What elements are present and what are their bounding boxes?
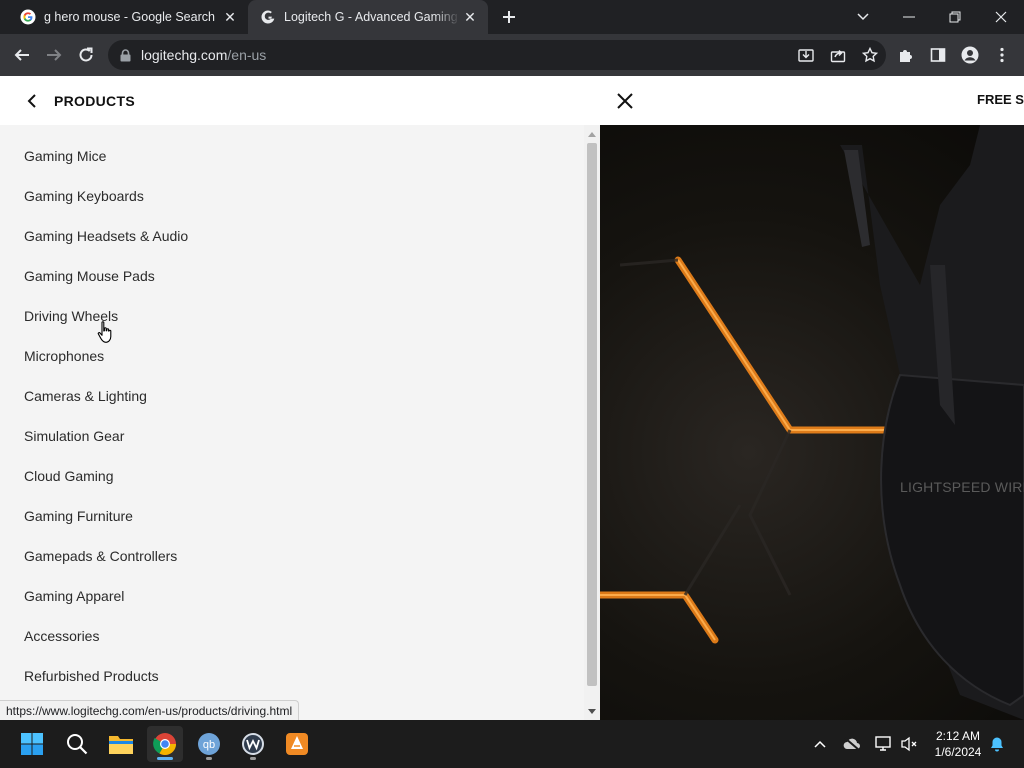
windows-start-icon[interactable] <box>14 726 50 762</box>
web-page: LIGHTSPEED WIRE FREE SH PRODUCTS Gaming … <box>0 76 1024 720</box>
back-arrow-icon[interactable] <box>10 43 34 67</box>
scroll-up-arrow-icon[interactable] <box>588 132 596 137</box>
google-g-icon <box>20 9 36 25</box>
qbittorrent-icon[interactable]: qb <box>191 726 227 762</box>
system-clock[interactable]: 2:12 AM 1/6/2024 <box>928 728 988 760</box>
free-shipping-banner[interactable]: FREE SH <box>977 92 1024 107</box>
running-app-indicator <box>206 757 212 760</box>
back-chevron-icon[interactable] <box>24 93 40 109</box>
close-tab-icon[interactable]: ✕ <box>220 7 240 27</box>
panel-scrollbar[interactable] <box>584 125 600 720</box>
forward-arrow-icon[interactable] <box>42 43 66 67</box>
share-icon[interactable] <box>822 47 854 63</box>
address-bar[interactable]: logitechg.com/en-us <box>108 40 886 70</box>
tab-search-chevron-icon[interactable] <box>840 0 886 34</box>
reload-icon[interactable] <box>74 43 98 67</box>
profile-avatar-icon[interactable] <box>958 43 982 67</box>
omnibox-actions <box>790 40 886 70</box>
browser-toolbar: logitechg.com/en-us <box>0 34 1024 76</box>
category-list: Gaming Mice Gaming Keyboards Gaming Headse… <box>0 136 584 696</box>
tab-google-search[interactable]: g hero mouse - Google Search ✕ <box>8 0 248 34</box>
svg-text:qb: qb <box>203 739 215 751</box>
new-tab-icon[interactable] <box>498 6 520 28</box>
tab-strip: g hero mouse - Google Search ✕ Logitech … <box>0 0 1024 34</box>
chrome-icon[interactable] <box>147 726 183 762</box>
category-item[interactable]: Gaming Apparel <box>0 576 584 616</box>
scroll-down-arrow-icon[interactable] <box>588 709 596 714</box>
panel-title: PRODUCTS <box>54 92 135 109</box>
side-panel-icon[interactable] <box>926 43 950 67</box>
search-icon[interactable] <box>59 726 95 762</box>
active-app-indicator <box>157 757 173 760</box>
menu-kebab-icon[interactable] <box>990 43 1014 67</box>
hero-artwork <box>600 125 1024 720</box>
onedrive-offline-icon[interactable] <box>840 720 864 768</box>
close-tab-icon[interactable]: ✕ <box>460 7 480 27</box>
notification-bell-icon[interactable] <box>986 720 1008 768</box>
hero-image: LIGHTSPEED WIRE <box>600 125 1024 720</box>
category-item[interactable]: Cameras & Lighting <box>0 376 584 416</box>
category-item[interactable]: Gaming Keyboards <box>0 176 584 216</box>
extensions-puzzle-icon[interactable] <box>894 43 918 67</box>
wordpad-w-icon[interactable] <box>235 726 271 762</box>
category-item[interactable]: Gaming Mice <box>0 136 584 176</box>
bookmark-star-icon[interactable] <box>854 47 886 63</box>
volume-muted-icon[interactable] <box>898 720 920 768</box>
category-item[interactable]: Accessories <box>0 616 584 656</box>
tab-logitech[interactable]: Logitech G - Advanced Gaming Peripherals… <box>248 0 488 34</box>
promo-bar: FREE SH <box>600 76 1024 125</box>
restore-icon[interactable] <box>932 0 978 34</box>
category-item[interactable]: Gaming Furniture <box>0 496 584 536</box>
minimize-icon[interactable] <box>886 0 932 34</box>
clock-time: 2:12 AM <box>935 729 981 743</box>
hero-headline: LIGHTSPEED WIRE <box>900 479 1024 495</box>
hand-cursor-icon <box>97 320 115 349</box>
clock-date: 1/6/2024 <box>934 745 982 759</box>
category-item[interactable]: Cloud Gaming <box>0 456 584 496</box>
products-menu-panel: PRODUCTS Gaming Mice Gaming Keyboards Gami… <box>0 76 600 720</box>
category-item[interactable]: Refurbished Products <box>0 656 584 696</box>
tab-title: Logitech G - Advanced Gaming Peripherals <box>284 10 460 24</box>
windows-taskbar: qb 2:12 AM 1/6/2024 <box>0 720 1024 768</box>
category-item[interactable]: Microphones <box>0 336 584 376</box>
show-hidden-icons-chevron-icon[interactable] <box>808 720 832 768</box>
file-explorer-icon[interactable] <box>103 726 139 762</box>
category-item[interactable]: Driving Wheels <box>0 296 584 336</box>
url-host: logitechg.com <box>141 47 228 63</box>
logitech-g-icon <box>260 9 276 25</box>
category-item[interactable]: Gamepads & Controllers <box>0 536 584 576</box>
url-text: logitechg.com/en-us <box>141 47 266 63</box>
category-item[interactable]: Simulation Gear <box>0 416 584 456</box>
url-path: /en-us <box>227 47 267 63</box>
close-window-icon[interactable] <box>978 0 1024 34</box>
category-item[interactable]: Gaming Mouse Pads <box>0 256 584 296</box>
tab-title: g hero mouse - Google Search <box>44 10 215 24</box>
category-item[interactable]: Gaming Headsets & Audio <box>0 216 584 256</box>
vlc-like-app-icon[interactable] <box>279 726 315 762</box>
link-status-bubble: https://www.logitechg.com/en-us/products… <box>0 700 300 720</box>
network-display-icon[interactable] <box>872 720 896 768</box>
install-app-icon[interactable] <box>790 47 822 63</box>
running-app-indicator <box>250 757 256 760</box>
scrollbar-thumb[interactable] <box>587 143 597 686</box>
lock-icon[interactable] <box>120 48 131 62</box>
close-menu-icon[interactable] <box>614 90 636 112</box>
panel-header: PRODUCTS <box>0 76 600 125</box>
